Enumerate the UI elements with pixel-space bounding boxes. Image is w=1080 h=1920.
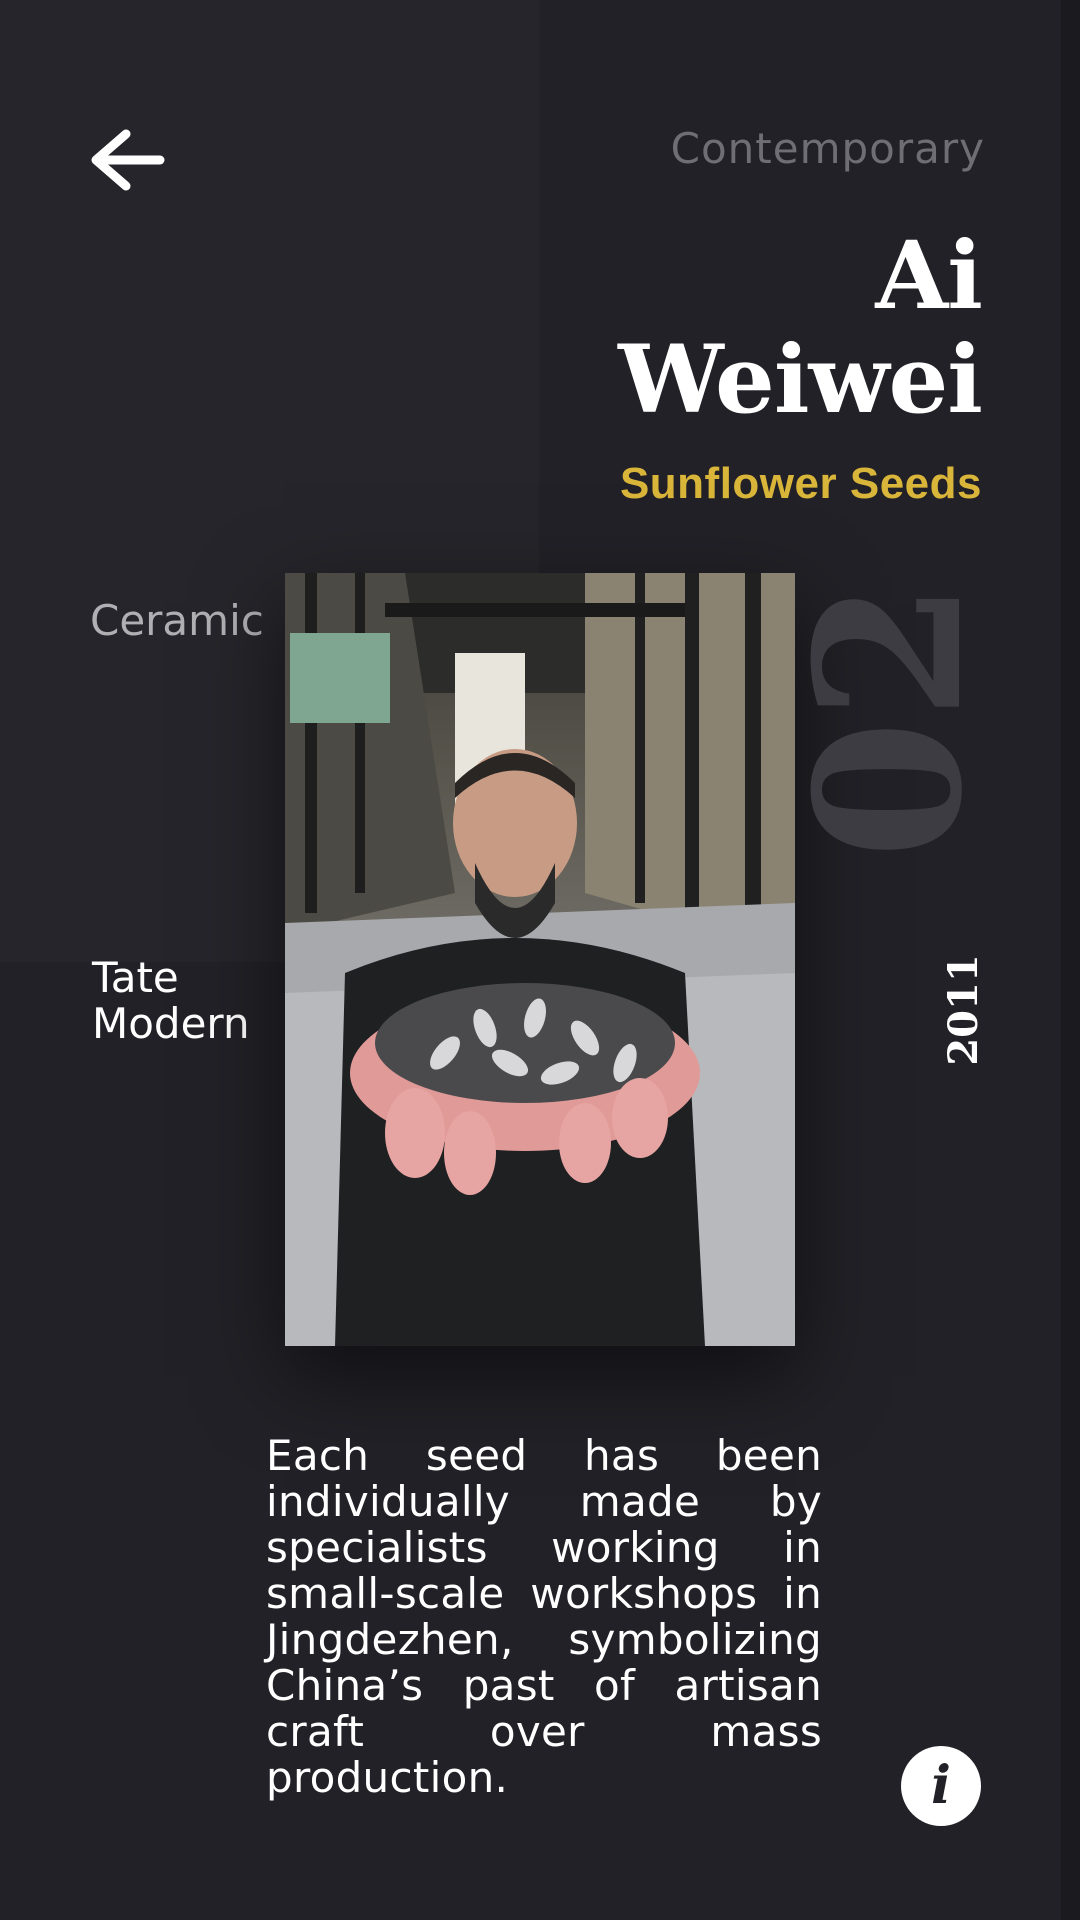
location-line-2: Modern — [92, 999, 250, 1048]
info-button[interactable]: i — [901, 1746, 981, 1826]
artwork-number: 02 — [772, 580, 1007, 860]
right-edge-panel — [1061, 0, 1080, 1920]
artwork-description: Each seed has been individually made by … — [266, 1431, 822, 1802]
back-button[interactable] — [88, 128, 166, 192]
info-icon: i — [931, 1755, 951, 1816]
artwork-photo — [285, 573, 795, 1346]
artwork-year: 2011 — [940, 954, 987, 1066]
category-label: Contemporary — [670, 124, 985, 173]
artist-name: Ai Weiwei — [618, 221, 983, 435]
artwork-title: Sunflower Seeds — [619, 459, 982, 508]
medium-label: Ceramic — [90, 596, 264, 645]
location-line-1: Tate — [92, 953, 179, 1002]
artist-first-name: Ai — [875, 221, 983, 331]
arrow-left-icon — [91, 129, 165, 191]
artist-last-name: Weiwei — [618, 325, 983, 435]
location-label: Tate Modern — [92, 955, 250, 1047]
